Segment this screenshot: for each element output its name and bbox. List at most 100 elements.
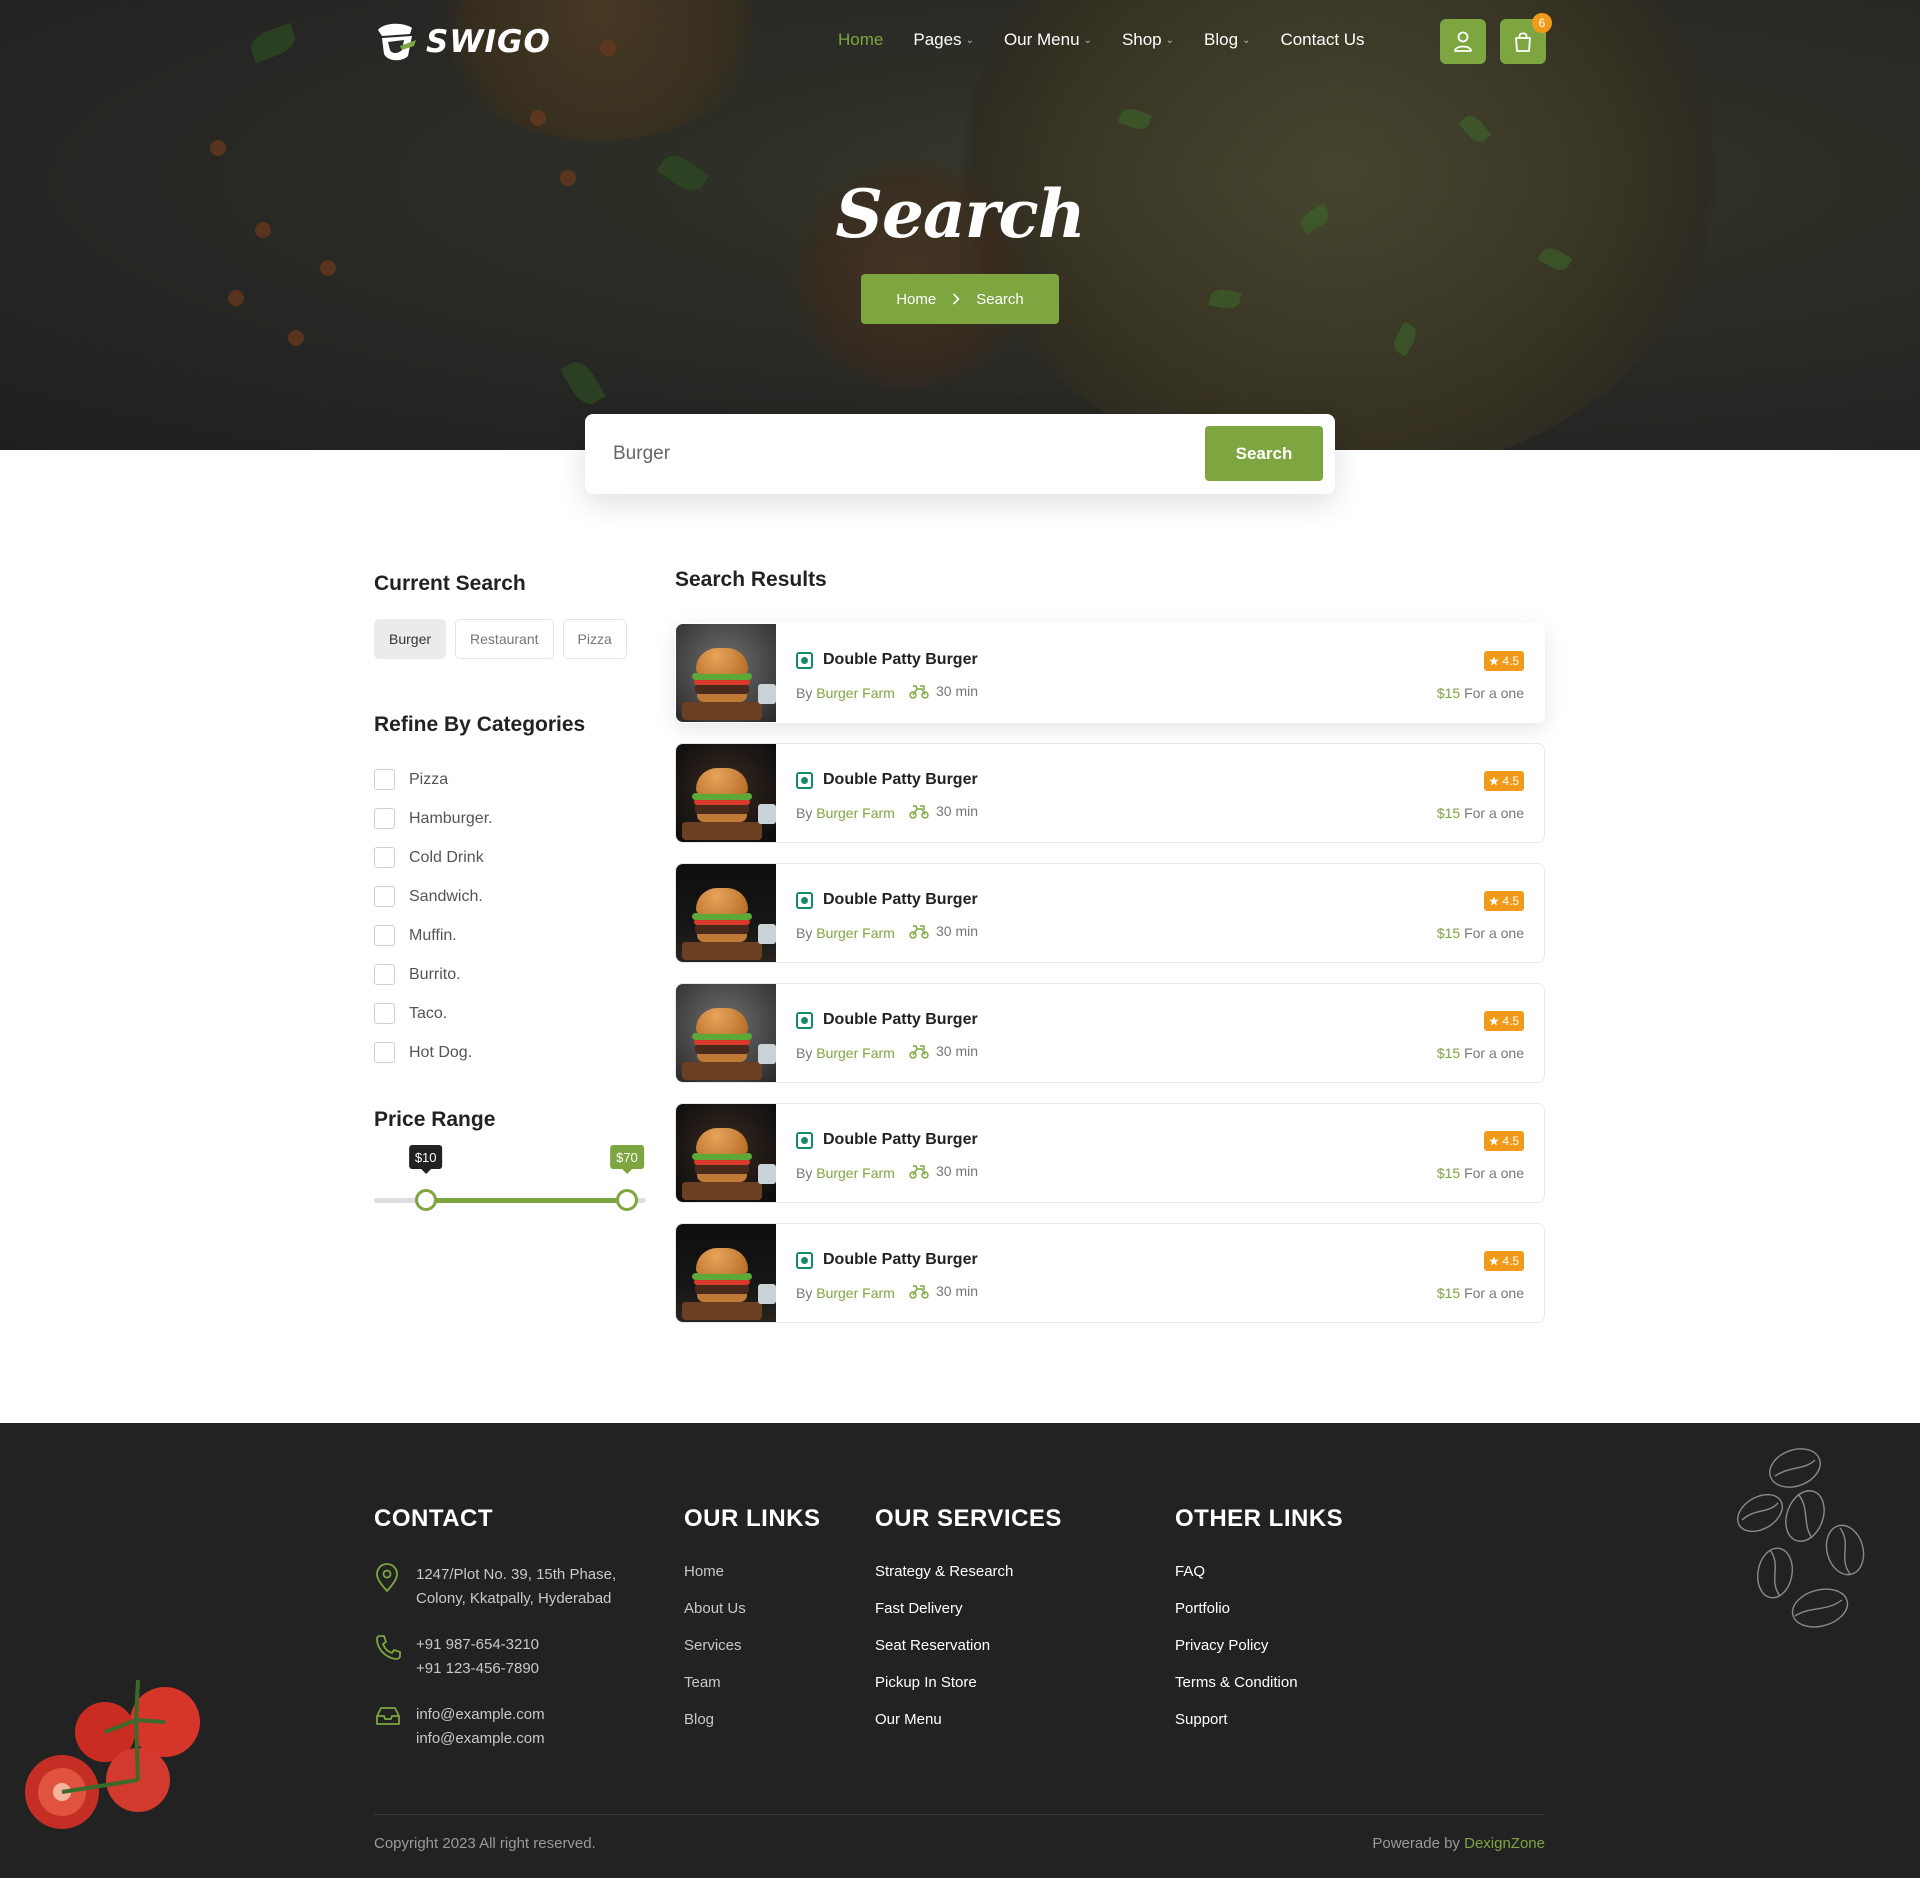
result-restaurant: By Burger Farm [796,685,895,701]
delivery-time: 30 min [909,1043,978,1059]
cart-button[interactable]: 6 [1500,13,1552,64]
email-1[interactable]: info@example.com [416,1703,616,1727]
result-card[interactable]: Double Patty Burger By Burger Farm 30 mi… [675,1103,1545,1203]
veg-mark-icon [796,1132,813,1149]
hero-leaf [560,356,606,410]
bike-delivery-icon [909,1045,929,1059]
result-price: $15 For a one [1436,685,1524,701]
email-2[interactable]: info@example.com [416,1727,616,1751]
nav-item-shop[interactable]: Shop ⌄ [1122,30,1174,50]
footer-link-blog[interactable]: Blog [684,1711,821,1748]
result-card[interactable]: Double Patty Burger By Burger Farm 30 mi… [675,983,1545,1083]
category-option[interactable]: Taco. [374,994,493,1033]
category-option[interactable]: Sandwich. [374,877,493,916]
search-results-heading: Search Results [675,568,827,591]
phone-number-2[interactable]: +91 123-456-7890 [416,1657,616,1681]
category-checkbox[interactable] [374,886,395,907]
rating-badge: 4.5 [1484,1131,1524,1151]
restaurant-link[interactable]: Burger Farm [816,1165,895,1181]
nav-item-label: Blog [1204,30,1239,49]
category-checkbox[interactable] [374,925,395,946]
result-title[interactable]: Double Patty Burger [823,1251,978,1269]
category-option[interactable]: Muffin. [374,916,493,955]
powered-by: Powerade by DexignZone [1372,1835,1545,1852]
restaurant-link[interactable]: Burger Farm [816,925,895,941]
footer-link-team[interactable]: Team [684,1674,821,1711]
footer-link-privacy[interactable]: Privacy Policy [1175,1637,1343,1674]
breadcrumb-home-link[interactable]: Home [896,291,936,308]
footer-link-about-us[interactable]: About Us [684,1600,821,1637]
result-card[interactable]: Double Patty Burger By Burger Farm 30 mi… [675,743,1545,843]
footer-link-our-menu[interactable]: Our Menu [875,1711,1062,1748]
search-input[interactable] [613,436,1173,472]
nav-item-label: Contact Us [1280,30,1365,49]
category-label: Pizza [409,770,449,788]
result-title[interactable]: Double Patty Burger [823,891,978,909]
category-option[interactable]: Hot Dog. [374,1033,493,1072]
footer-link-services[interactable]: Services [684,1637,821,1674]
burger-image [676,744,776,842]
category-label: Sandwich. [409,887,483,905]
chevron-down-icon: ⌄ [1165,34,1175,46]
veg-mark-icon [796,772,813,789]
nav-item-our-menu[interactable]: Our Menu ⌄ [1004,30,1092,50]
category-checkbox[interactable] [374,964,395,985]
category-option[interactable]: Hamburger. [374,799,493,838]
price-max-handle[interactable] [615,1189,638,1211]
user-icon [1454,31,1472,52]
restaurant-link[interactable]: Burger Farm [816,805,895,821]
phone-number-1[interactable]: +91 987-654-3210 [416,1633,616,1657]
result-title[interactable]: Double Patty Burger [823,1011,978,1029]
nav-item-contact-us[interactable]: Contact Us [1280,30,1364,50]
nav-item-label: Shop [1121,30,1162,49]
hero-bean [530,110,546,126]
category-checkbox[interactable] [374,1042,395,1063]
footer-link-faq[interactable]: FAQ [1175,1563,1343,1600]
nav-item-home[interactable]: Home [838,30,883,50]
result-card[interactable]: Double Patty Burger By Burger Farm 30 mi… [675,1223,1545,1323]
brand-logo[interactable]: SWIGO [374,20,551,64]
categories-heading: Refine By Categories [374,713,586,736]
restaurant-link[interactable]: Burger Farm [816,685,895,701]
category-checkbox[interactable] [374,808,395,829]
price-min-handle[interactable] [414,1189,437,1211]
footer-link-seat-reservation[interactable]: Seat Reservation [875,1637,1062,1674]
restaurant-link[interactable]: Burger Farm [816,1285,895,1301]
site-footer: CONTACT 1247/Plot No. 39, 15th Phase, Co… [0,1423,1920,1878]
footer-link-pickup[interactable]: Pickup In Store [875,1674,1062,1711]
category-checkbox[interactable] [374,847,395,868]
powered-by-prefix: Powerade by [1372,1835,1460,1852]
search-chip[interactable]: Burger [374,619,447,659]
result-card[interactable]: Double Patty Burger By Burger Farm 30 mi… [675,863,1545,963]
search-chip[interactable]: Restaurant [455,619,554,659]
phone-icon [376,1635,401,1660]
footer-link-fast-delivery[interactable]: Fast Delivery [875,1600,1062,1637]
bike-delivery-icon [909,1165,929,1179]
result-price: $15 For a one [1436,925,1524,941]
category-option[interactable]: Pizza [374,760,493,799]
category-option[interactable]: Burrito. [374,955,493,994]
result-title[interactable]: Double Patty Burger [823,651,978,669]
footer-link-portfolio[interactable]: Portfolio [1175,1600,1343,1637]
category-option[interactable]: Cold Drink [374,838,493,877]
cart-count-badge: 6 [1532,13,1552,33]
nav-item-pages[interactable]: Pages ⌄ [913,30,974,50]
breadcrumb-current: Search [976,290,1024,308]
search-button[interactable]: Search [1205,426,1323,481]
user-account-button[interactable] [1440,19,1486,64]
result-title[interactable]: Double Patty Burger [823,1131,978,1149]
footer-link-support[interactable]: Support [1175,1711,1343,1748]
search-chip[interactable]: Pizza [562,619,627,659]
powered-by-brand-link[interactable]: DexignZone [1464,1835,1545,1852]
result-title[interactable]: Double Patty Burger [823,771,978,789]
nav-item-blog[interactable]: Blog ⌄ [1204,30,1250,50]
tomato-illustration [25,1680,200,1829]
restaurant-link[interactable]: Burger Farm [816,1045,895,1061]
result-card[interactable]: Double Patty Burger By Burger Farm 30 mi… [675,623,1545,723]
category-checkbox[interactable] [374,1003,395,1024]
category-checkbox[interactable] [374,769,395,790]
footer-link-strategy[interactable]: Strategy & Research [875,1563,1062,1600]
footer-link-home[interactable]: Home [684,1563,821,1600]
footer-link-terms[interactable]: Terms & Condition [1175,1674,1343,1711]
result-card-body: Double Patty Burger By Burger Farm 30 mi… [776,744,1544,842]
